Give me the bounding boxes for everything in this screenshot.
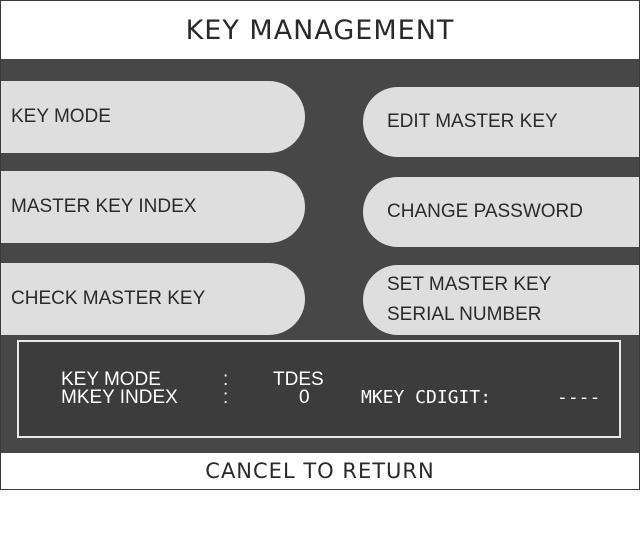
mkey-index-status-value: 0 xyxy=(299,387,310,408)
key-mode-button-label: KEY MODE xyxy=(11,106,111,127)
change-password-button-label: CHANGE PASSWORD xyxy=(387,201,584,222)
set-master-key-label-line2: SERIAL NUMBER xyxy=(387,304,542,325)
mkey-index-status-line: MKEY INDEX : 0 MKEY CDIGIT: ---- xyxy=(19,387,600,409)
check-master-key-button[interactable]: CHECK MASTER KEY xyxy=(1,263,305,335)
master-key-index-button-label: MASTER KEY INDEX xyxy=(11,196,197,217)
footer-bar: CANCEL TO RETURN xyxy=(1,453,639,489)
set-master-key-serial-number-button[interactable]: SET MASTER KEY SERIAL NUMBER xyxy=(363,265,639,335)
master-key-index-button[interactable]: MASTER KEY INDEX xyxy=(1,171,305,243)
title-bar: KEY MANAGEMENT xyxy=(1,1,639,59)
check-master-key-button-label: CHECK MASTER KEY xyxy=(11,288,206,309)
mkey-cdigit-status-label: MKEY CDIGIT: xyxy=(361,387,492,408)
page-title: KEY MANAGEMENT xyxy=(185,14,455,46)
cancel-to-return-prompt[interactable]: CANCEL TO RETURN xyxy=(205,459,434,483)
mkey-index-status-label: MKEY INDEX xyxy=(61,387,178,408)
set-master-key-serial-number-button-label: SET MASTER KEY SERIAL NUMBER xyxy=(387,270,551,330)
change-password-button[interactable]: CHANGE PASSWORD xyxy=(363,177,639,247)
edit-master-key-button[interactable]: EDIT MASTER KEY xyxy=(363,87,639,157)
mkey-index-status-separator: : xyxy=(223,387,229,408)
edit-master-key-button-label: EDIT MASTER KEY xyxy=(387,111,558,132)
mkey-cdigit-status-value: ---- xyxy=(557,387,601,408)
key-mode-button[interactable]: KEY MODE xyxy=(1,81,305,153)
set-master-key-label-line1: SET MASTER KEY xyxy=(387,274,552,295)
key-status-box: KEY MODE : TDES MKEY INDEX : 0 MKEY CDIG… xyxy=(17,340,621,438)
key-management-screen: KEY MANAGEMENT KEY MODE MASTER KEY INDEX… xyxy=(0,0,640,490)
